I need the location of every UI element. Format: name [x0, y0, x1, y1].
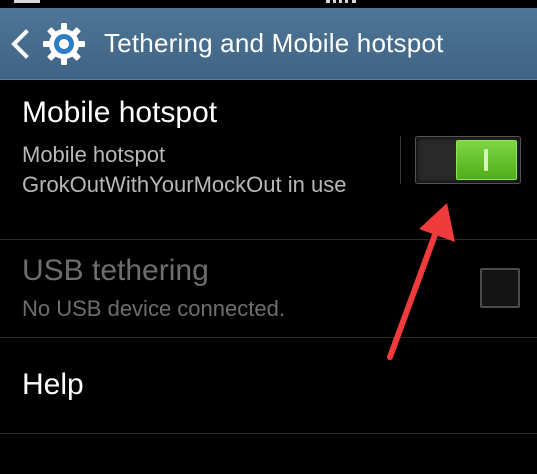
help-title: Help — [22, 368, 84, 401]
status-bar-icon — [14, 0, 40, 3]
mobile-hotspot-title: Mobile hotspot — [22, 96, 218, 129]
gear-icon[interactable] — [42, 22, 86, 66]
usb-tethering-row[interactable]: USB tethering No USB device connected. — [0, 240, 537, 338]
mobile-hotspot-summary: Mobile hotspot GrokOutWithYourMockOut in… — [22, 142, 347, 197]
usb-tethering-title: USB tethering — [22, 254, 209, 287]
mobile-hotspot-switch[interactable] — [415, 136, 521, 184]
status-bar-indicator — [326, 0, 356, 4]
usb-tethering-summary: No USB device connected. — [22, 296, 285, 321]
switch-knob — [456, 140, 517, 180]
row-divider — [0, 433, 537, 434]
action-bar: Tethering and Mobile hotspot — [0, 8, 537, 80]
switch-grip-icon — [484, 149, 488, 171]
action-bar-title: Tethering and Mobile hotspot — [104, 28, 444, 58]
usb-tethering-checkbox[interactable] — [480, 268, 520, 308]
row-vertical-divider — [400, 136, 401, 184]
tethering-settings-screen: Tethering and Mobile hotspot Mobile hots… — [0, 0, 537, 474]
mobile-hotspot-row[interactable]: Mobile hotspot Mobile hotspot GrokOutWit… — [0, 80, 537, 240]
help-row[interactable]: Help — [0, 338, 537, 434]
chevron-left-icon[interactable] — [6, 26, 32, 62]
status-bar — [0, 0, 537, 8]
